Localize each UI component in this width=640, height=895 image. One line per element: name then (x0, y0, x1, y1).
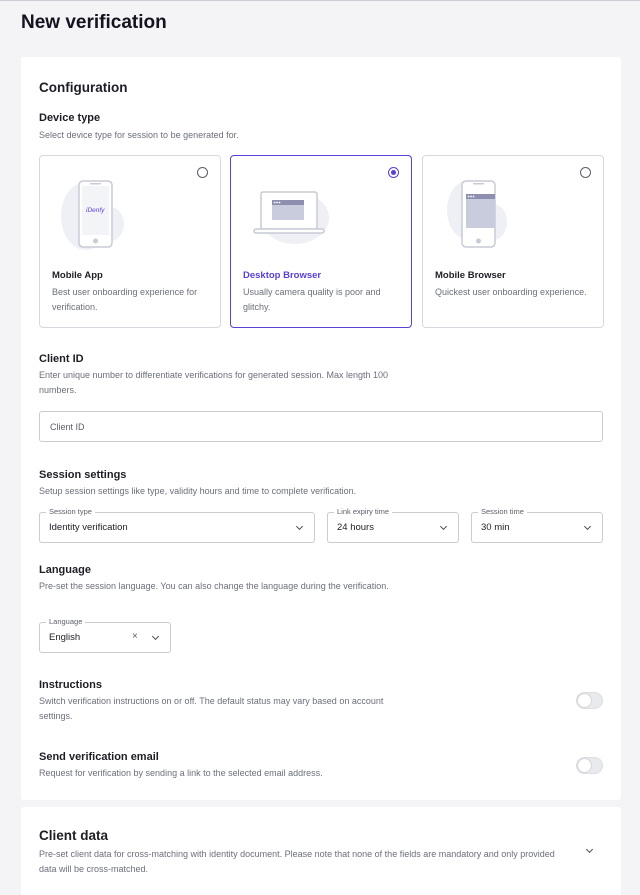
client-id-placeholder: Client ID (50, 422, 85, 432)
client-data-card[interactable]: Client data Pre-set client data for cros… (21, 807, 621, 895)
radio-unselected-icon[interactable] (197, 167, 208, 178)
page-title: New verification (21, 12, 167, 33)
client-id-title: Client ID (39, 353, 84, 365)
chevron-down-icon (295, 522, 304, 531)
client-id-description: Enter unique number to differentiate ver… (39, 370, 389, 395)
device-type-title: Device type (39, 112, 101, 124)
language-value: English (49, 632, 81, 643)
device-option-desktop-browser[interactable]: Desktop Browser Usually camera quality i… (230, 155, 412, 328)
chevron-down-icon (439, 522, 448, 531)
session-settings-description: Setup session settings like type, validi… (39, 486, 357, 496)
radio-selected-icon[interactable] (388, 167, 399, 178)
instructions-title: Instructions (39, 679, 102, 691)
client-id-input[interactable]: Client ID (39, 411, 603, 442)
send-email-toggle[interactable] (576, 757, 603, 774)
device-option-mobile-browser[interactable]: Mobile Browser Quickest user onboarding … (422, 155, 604, 328)
session-time-select[interactable]: Session time 30 min (471, 507, 603, 543)
phone-illustration-icon: iDenfy (61, 180, 124, 250)
device-option-description: Quickest user onboarding experience. (435, 287, 587, 297)
send-email-description: Request for verification by sending a li… (39, 768, 323, 778)
chevron-down-icon[interactable] (151, 632, 160, 641)
laptop-illustration-icon (253, 191, 329, 244)
configuration-card: Configuration Device type Select device … (21, 57, 621, 800)
session-time-label: Session time (478, 507, 527, 516)
language-select[interactable]: Language English × (39, 617, 171, 653)
session-type-select[interactable]: Session type Identity verification (39, 507, 315, 543)
radio-unselected-icon[interactable] (580, 167, 591, 178)
device-option-name: Mobile App (52, 270, 103, 281)
toggle-knob (578, 759, 591, 772)
clear-icon[interactable]: × (132, 631, 138, 642)
device-option-name: Mobile Browser (435, 270, 506, 281)
session-type-label: Session type (46, 507, 95, 516)
illustration-logo-text: iDenfy (86, 207, 105, 214)
session-type-value: Identity verification (49, 522, 128, 533)
client-data-description: Pre-set client data for cross-matching w… (39, 849, 555, 874)
chevron-down-icon (583, 522, 592, 531)
device-option-description: Best user onboarding experience for veri… (52, 287, 198, 312)
language-label: Language (46, 617, 86, 626)
instructions-toggle[interactable] (576, 692, 603, 709)
link-expiry-select[interactable]: Link expiry time 24 hours (327, 507, 459, 543)
mobile-browser-illustration-icon (447, 180, 507, 248)
link-expiry-label: Link expiry time (334, 507, 393, 516)
device-type-description: Select device type for session to be gen… (39, 130, 239, 140)
chevron-down-icon[interactable] (585, 845, 594, 854)
configuration-title: Configuration (39, 80, 128, 95)
client-data-title: Client data (39, 828, 109, 843)
send-email-title: Send verification email (39, 751, 159, 763)
toggle-knob (578, 694, 591, 707)
session-settings-title: Session settings (39, 469, 127, 481)
device-option-description: Usually camera quality is poor and glitc… (243, 287, 381, 312)
session-time-value: 30 min (481, 522, 510, 533)
device-option-name: Desktop Browser (243, 270, 322, 281)
instructions-description: Switch verification instructions on or o… (39, 696, 384, 721)
language-title: Language (39, 564, 91, 576)
language-description: Pre-set the session language. You can al… (39, 581, 389, 591)
device-option-mobile-app[interactable]: iDenfy Mobile App Best user onboarding e… (39, 155, 221, 328)
link-expiry-value: 24 hours (337, 522, 374, 533)
